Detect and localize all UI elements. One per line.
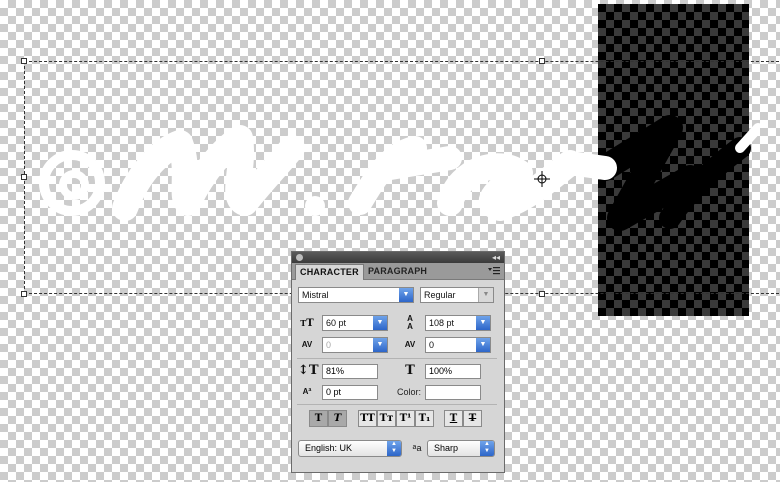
small-caps-button[interactable]: Tт [377, 410, 396, 427]
color-swatch[interactable] [425, 385, 481, 400]
panel-titlebar[interactable]: ◂◂ [292, 252, 504, 263]
chevron-updown-icon: ▲ ▼ [387, 441, 401, 456]
vertical-scale-value: 81% [326, 366, 345, 376]
antialias-large-a: a [416, 443, 422, 453]
panel-close-button[interactable] [296, 254, 303, 261]
reference-point-icon[interactable] [534, 171, 550, 187]
handle-top-middle[interactable] [539, 58, 545, 64]
horizontal-scale-field[interactable]: 100% [425, 364, 481, 379]
tracking-icon: AV [404, 340, 416, 349]
leading-field[interactable]: 108 pt ▼ [425, 315, 491, 331]
chevron-down-icon: ▼ [476, 338, 490, 352]
faux-bold-button[interactable]: T [309, 410, 328, 427]
kerning-icon: AV [301, 340, 313, 349]
vertical-scale-field[interactable]: 81% [322, 364, 378, 379]
font-size-value: 60 pt [326, 318, 347, 328]
subscript-button[interactable]: T₁ [415, 410, 434, 427]
superscript-button[interactable]: T¹ [396, 410, 415, 427]
font-family-select[interactable]: Mistral ▼ [298, 287, 414, 303]
handle-bottom-left[interactable] [21, 291, 27, 297]
strikethrough-button[interactable]: T [463, 410, 482, 427]
faux-italic-button[interactable]: T [328, 410, 347, 427]
tracking-field[interactable]: 0 ▼ [425, 337, 491, 353]
chevron-down-icon: ▼ [399, 288, 413, 302]
horizontal-scale-value: 100% [429, 366, 453, 376]
language-value: English: UK [305, 443, 353, 453]
chevron-down-icon: ▼ [373, 316, 387, 330]
chevron-down-icon: ▼ [476, 316, 490, 330]
chevron-down-icon: ▼ [373, 338, 387, 352]
baseline-shift-field[interactable]: 0 pt [322, 385, 378, 400]
leading-icon: AA [407, 314, 413, 331]
all-caps-button[interactable]: TT [358, 410, 377, 427]
vertical-scale-icon: ↕T [298, 363, 319, 378]
kerning-value: 0 [326, 340, 332, 350]
horizontal-scale-icon: T [405, 363, 415, 378]
tracking-value: 0 [429, 340, 435, 350]
handle-top-left[interactable] [21, 58, 27, 64]
font-size-field[interactable]: 60 pt ▼ [322, 315, 388, 331]
antialias-select[interactable]: Sharp ▲ ▼ [427, 440, 495, 457]
panel-tabs: CHARACTER PARAGRAPH [292, 263, 504, 280]
antialias-icon: aa [408, 440, 426, 456]
language-select[interactable]: English: UK ▲ ▼ [298, 440, 402, 457]
handle-middle-left[interactable] [21, 174, 27, 180]
antialias-value: Sharp [434, 443, 459, 453]
font-style-select[interactable]: Regular ▼ [420, 287, 494, 303]
tab-character[interactable]: CHARACTER [295, 264, 364, 280]
handle-bottom-middle[interactable] [539, 291, 545, 297]
baseline-shift-value: 0 pt [326, 387, 342, 397]
panel-divider [297, 358, 497, 359]
leading-value: 108 pt [429, 318, 455, 328]
chevron-updown-icon: ▲ ▼ [480, 441, 494, 456]
tab-paragraph[interactable]: PARAGRAPH [364, 264, 431, 279]
color-label: Color: [397, 387, 422, 397]
font-size-icon: TT [300, 318, 314, 329]
font-family-value: Mistral [302, 290, 329, 300]
chevron-down-icon: ▼ [478, 288, 493, 302]
panel-divider [297, 404, 497, 405]
kerning-field[interactable]: 0 ▼ [322, 337, 388, 353]
panel-menu-icon[interactable] [488, 266, 500, 276]
underline-button[interactable]: T [444, 410, 463, 427]
font-style-value: Regular [424, 290, 456, 300]
panel-collapse-icon[interactable]: ◂◂ [492, 253, 500, 262]
baseline-shift-icon: Aª [302, 387, 312, 396]
